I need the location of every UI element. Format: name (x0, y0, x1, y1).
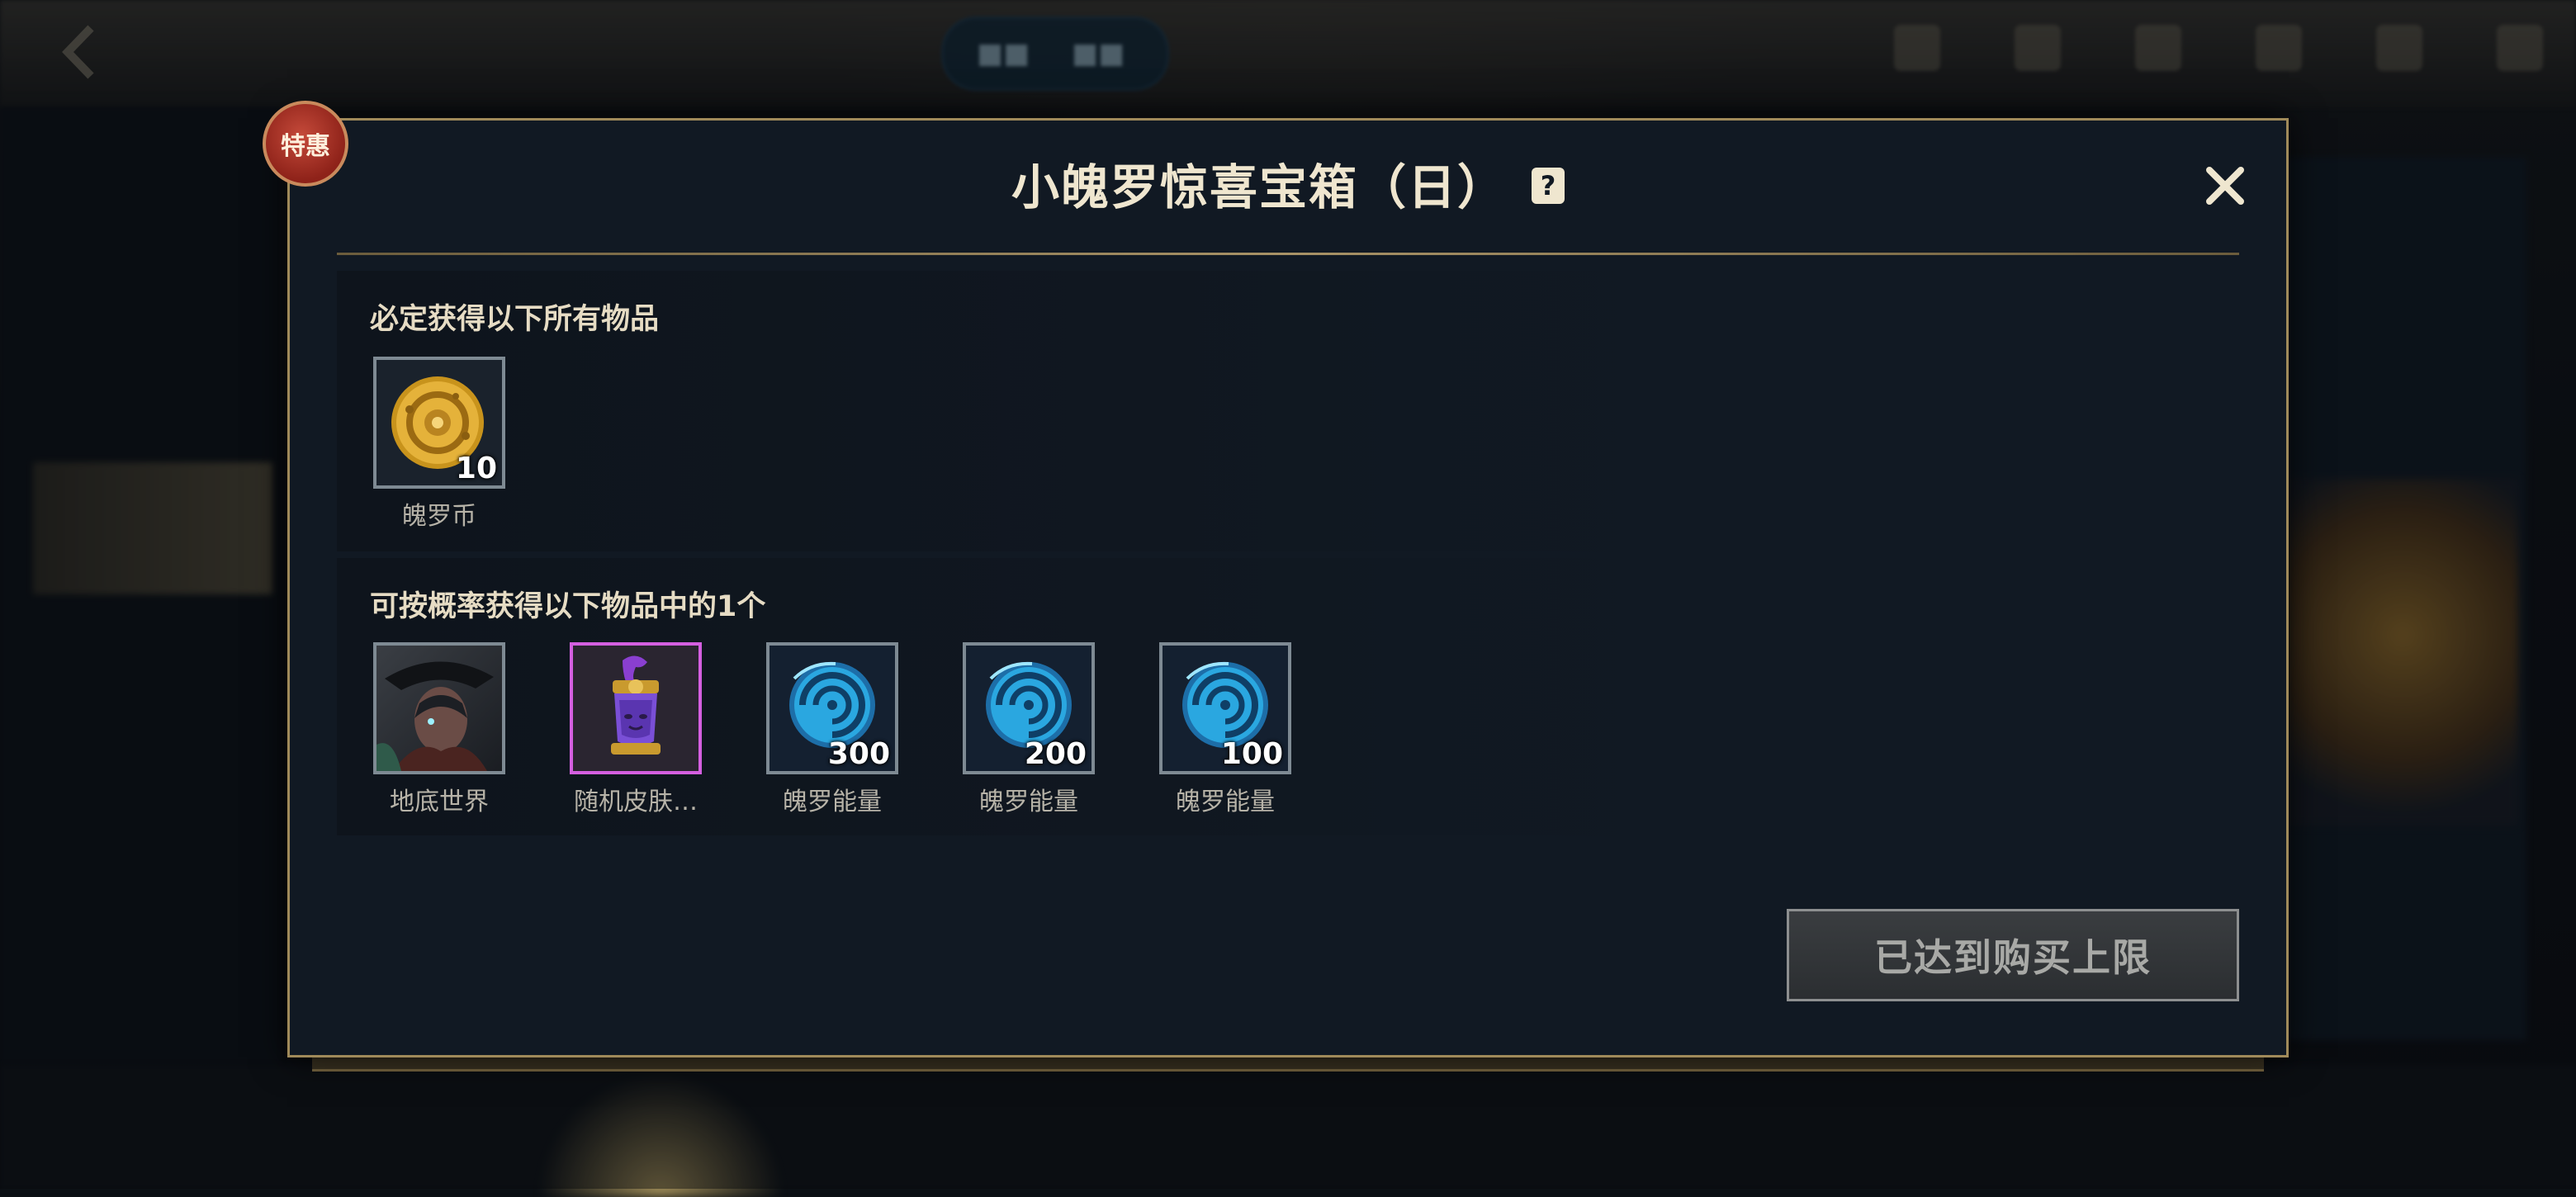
item-label: 地底世界 (390, 788, 489, 816)
title-divider (337, 253, 2239, 255)
guaranteed-section: 必定获得以下所有物品 10 魄罗币 (337, 271, 2239, 551)
promo-badge-label: 特惠 (281, 132, 330, 161)
reward-item-skin[interactable]: 地底世界 (373, 642, 505, 817)
item-count: 10 (455, 452, 497, 485)
dialog-bottom-edge (312, 1057, 2264, 1072)
reward-item-poro-coin[interactable]: 10 魄罗币 (373, 357, 505, 532)
item-count: 100 (1220, 737, 1283, 771)
item-count: 300 (827, 737, 890, 771)
close-icon[interactable] (2196, 157, 2254, 215)
dialog-title: 小魄罗惊喜宝箱（日） (1011, 159, 1507, 215)
item-label: 魄罗能量 (1176, 788, 1275, 816)
reward-item-poro-energy-300[interactable]: 300 魄罗能量 (766, 642, 898, 817)
item-label: 魄罗能量 (979, 788, 1078, 816)
question-icon[interactable]: ? (1532, 168, 1565, 204)
chance-heading: 可按概率获得以下物品中的1个 (370, 590, 766, 623)
item-frame (570, 642, 702, 774)
item-frame: 100 (1159, 642, 1291, 774)
purchase-limit-label: 已达到购买上限 (1874, 935, 2152, 980)
chance-section: 可按概率获得以下物品中的1个 地底世界 随机皮肤… 300 魄罗能量 200 魄… (337, 558, 2239, 835)
reward-item-poro-energy-200[interactable]: 200 魄罗能量 (963, 642, 1095, 817)
reward-item-poro-energy-100[interactable]: 100 魄罗能量 (1159, 642, 1291, 817)
reward-item-random-skin[interactable]: 随机皮肤… (570, 642, 702, 817)
item-label: 随机皮肤… (574, 788, 698, 816)
item-frame (373, 642, 505, 774)
dialog-header: 小魄罗惊喜宝箱（日） ? (0, 149, 2576, 218)
skin-portrait-icon (376, 646, 502, 771)
guaranteed-heading: 必定获得以下所有物品 (370, 303, 660, 336)
item-label: 魄罗能量 (783, 788, 882, 816)
item-frame: 300 (766, 642, 898, 774)
promo-badge: 特惠 (263, 101, 348, 187)
purchase-limit-button[interactable]: 已达到购买上限 (1787, 909, 2239, 1001)
item-count: 200 (1024, 737, 1087, 771)
random-skin-icon (573, 646, 698, 771)
item-label: 魄罗币 (402, 502, 476, 531)
item-frame: 200 (963, 642, 1095, 774)
item-frame: 10 (373, 357, 505, 489)
